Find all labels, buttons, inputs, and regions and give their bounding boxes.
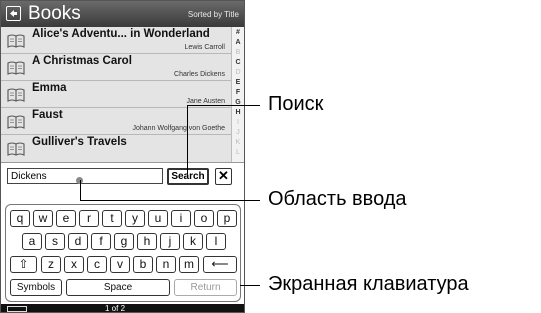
book-list: Alice's Adventu... in Wonderland Lewis C… [1, 27, 231, 162]
search-callout-line [187, 105, 188, 175]
alphabet-index[interactable]: # A B C D E F G H I J K L [231, 27, 244, 162]
book-row[interactable]: Alice's Adventu... in Wonderland Lewis C… [1, 27, 231, 54]
shift-key[interactable]: ⇧ [10, 256, 37, 273]
key-o[interactable]: o [194, 210, 214, 227]
book-icon [7, 115, 25, 129]
book-icon [7, 88, 25, 102]
alpha-index-letter[interactable]: C [232, 59, 244, 66]
page-title: Books [28, 3, 81, 24]
search-callout-line [187, 105, 260, 106]
book-row[interactable]: Gulliver's Travels [1, 135, 231, 162]
alpha-index-letter[interactable]: F [232, 89, 244, 96]
symbols-key[interactable]: Symbols [10, 279, 62, 296]
book-row[interactable]: Emma Jane Austen [1, 81, 231, 108]
keyboard-callout-line [240, 285, 260, 286]
alpha-index-letter[interactable]: K [232, 139, 244, 146]
key-w[interactable]: w [33, 210, 53, 227]
back-button[interactable] [6, 6, 21, 21]
book-icon [7, 61, 25, 75]
key-c[interactable]: c [87, 256, 107, 273]
book-row[interactable]: Faust Johann Wolfgang von Goethe [1, 108, 231, 135]
close-search-button[interactable]: ✕ [215, 168, 232, 185]
key-k[interactable]: k [183, 233, 203, 250]
page-indicator: 1 of 2 [105, 304, 126, 313]
book-icon [7, 34, 25, 48]
battery-icon [7, 306, 27, 312]
book-author: Lewis Carroll [184, 44, 225, 51]
input-area-callout-label: Область ввода [268, 188, 407, 210]
key-l[interactable]: l [206, 233, 226, 250]
book-title: Gulliver's Travels [32, 136, 127, 148]
alpha-index-letter[interactable]: E [232, 79, 244, 86]
book-author: Jane Austen [186, 98, 225, 105]
search-bar: Search ✕ [1, 162, 244, 198]
close-icon: ✕ [218, 168, 229, 183]
key-s[interactable]: s [45, 233, 65, 250]
key-b[interactable]: b [133, 256, 153, 273]
key-p[interactable]: p [217, 210, 237, 227]
key-i[interactable]: i [171, 210, 191, 227]
return-key[interactable]: Return [174, 279, 237, 296]
backspace-key[interactable]: ⟵ [203, 256, 237, 273]
alpha-index-letter[interactable]: L [232, 149, 244, 156]
back-arrow-icon [10, 10, 17, 17]
alpha-index-letter[interactable]: B [232, 49, 244, 56]
search-input[interactable] [7, 168, 163, 184]
search-callout-label: Поиск [268, 93, 324, 115]
key-q[interactable]: q [10, 210, 30, 227]
key-h[interactable]: h [137, 233, 157, 250]
input-area-callout-line [80, 180, 81, 200]
key-u[interactable]: u [148, 210, 168, 227]
book-title: Emma [32, 82, 67, 94]
alpha-index-letter[interactable]: J [232, 129, 244, 136]
key-e[interactable]: e [56, 210, 76, 227]
on-screen-keyboard: q w e r t y u i o p a s d f g h j k l ⇧ … [5, 204, 241, 302]
alpha-index-letter[interactable]: # [232, 29, 244, 36]
book-author: Charles Dickens [174, 71, 225, 78]
key-x[interactable]: x [64, 256, 84, 273]
sort-order-label[interactable]: Sorted by Title [188, 10, 239, 19]
book-title: Alice's Adventu... in Wonderland [32, 28, 210, 40]
key-m[interactable]: m [179, 256, 199, 273]
keyboard-callout-label: Экранная клавиатура [268, 273, 469, 295]
alpha-index-letter[interactable]: D [232, 69, 244, 76]
key-j[interactable]: j [160, 233, 180, 250]
key-d[interactable]: d [68, 233, 88, 250]
key-v[interactable]: v [110, 256, 130, 273]
book-title: A Christmas Carol [32, 55, 132, 67]
space-key[interactable]: Space [66, 279, 170, 296]
book-row[interactable]: A Christmas Carol Charles Dickens [1, 54, 231, 81]
key-z[interactable]: z [41, 256, 61, 273]
input-area-callout-line [80, 200, 260, 201]
alpha-index-letter[interactable]: A [232, 39, 244, 46]
key-g[interactable]: g [114, 233, 134, 250]
key-n[interactable]: n [156, 256, 176, 273]
key-t[interactable]: t [102, 210, 122, 227]
status-bar: 1 of 2 [1, 304, 244, 313]
book-icon [7, 142, 25, 156]
reader-screen: Books Sorted by Title Alice's Adventu...… [0, 0, 245, 313]
key-r[interactable]: r [79, 210, 99, 227]
header-bar: Books Sorted by Title [1, 1, 244, 27]
book-title: Faust [32, 109, 63, 121]
book-author: Johann Wolfgang von Goethe [132, 125, 226, 132]
key-f[interactable]: f [91, 233, 111, 250]
key-a[interactable]: a [22, 233, 42, 250]
alpha-index-letter[interactable]: I [232, 119, 244, 126]
key-y[interactable]: y [125, 210, 145, 227]
search-button[interactable]: Search [167, 168, 209, 185]
alpha-index-letter[interactable]: H [232, 109, 244, 116]
